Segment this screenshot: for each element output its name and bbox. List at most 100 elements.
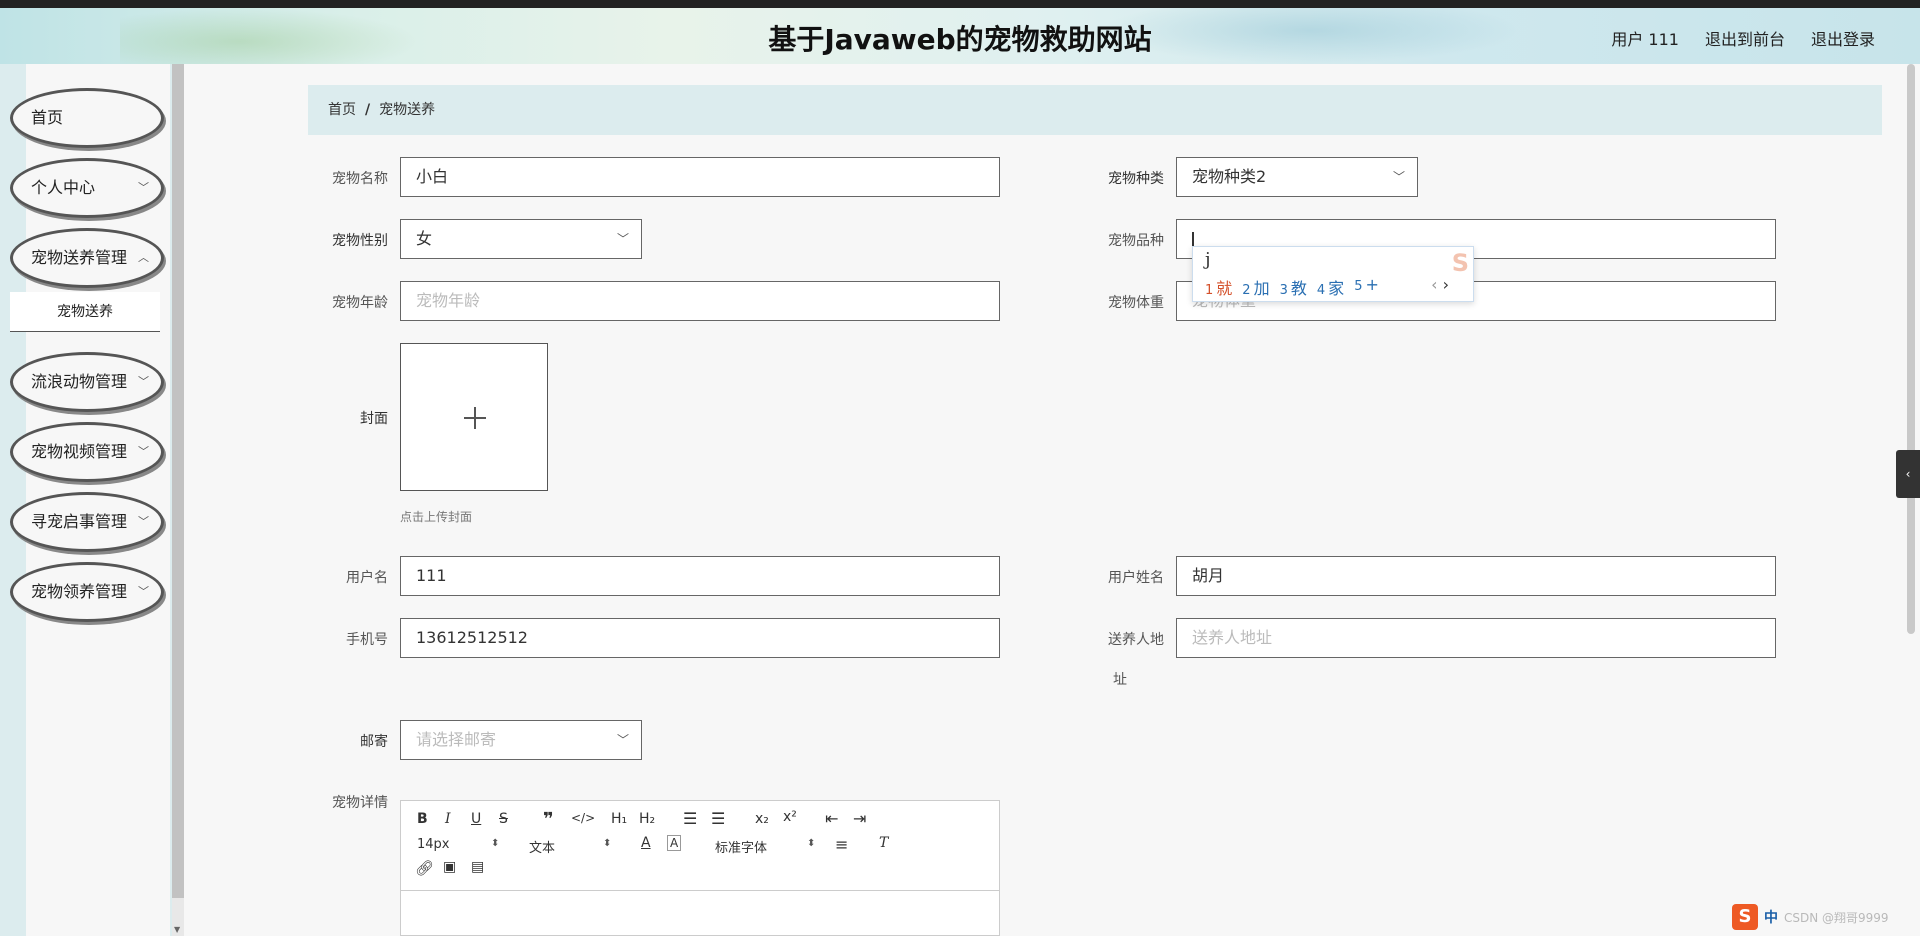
code-block-icon[interactable]: </> <box>571 811 595 825</box>
address-input[interactable]: 送养人地址 <box>1176 618 1776 658</box>
phone-label: 手机号 <box>346 632 388 648</box>
sidebar-item-label: 个人中心 <box>31 178 96 197</box>
scroll-down-arrow-icon[interactable]: ▼ <box>174 925 180 934</box>
subscript-icon[interactable]: x₂ <box>755 811 769 827</box>
editor-toolbar: B I U S ❞ </> H₁ H₂ ☰ ☰ x₂ x² ⇤ ⇥ 14px ⬍ … <box>401 801 999 891</box>
username-label: 用户名 <box>346 570 388 586</box>
chevron-down-icon: ﹀ <box>138 375 149 388</box>
bold-icon[interactable]: B <box>417 811 428 827</box>
sidebar-subitem-pet-rehome[interactable]: 宠物送养 <box>10 292 160 332</box>
strikethrough-icon[interactable]: S <box>499 811 508 827</box>
header-links: 用户 111 退出到前台 退出登录 <box>1611 26 1875 50</box>
real-name-input[interactable]: 胡月 <box>1176 556 1776 596</box>
sogou-watermark-icon: S <box>1451 249 1469 277</box>
ime-candidate[interactable]: 5 + <box>1354 275 1379 299</box>
address-label-line2: 址 <box>1113 672 1127 688</box>
ime-typed-text: j <box>1205 249 1211 270</box>
to-front-link[interactable]: 退出到前台 <box>1705 26 1785 50</box>
username-input[interactable]: 111 <box>400 556 1000 596</box>
sidebar-scrollbar[interactable]: ▼ <box>172 64 184 936</box>
updown-arrow-icon: ⬍ <box>491 838 500 849</box>
pet-name-input[interactable]: 小白 <box>400 157 1000 197</box>
sidebar-item-lost-pet-mgmt[interactable]: 寻宠启事管理 ﹀ <box>10 492 164 552</box>
clear-format-icon[interactable]: T <box>879 835 888 851</box>
ime-candidate[interactable]: 3教 <box>1280 275 1307 299</box>
sidebar-item-label: 宠物送养管理 <box>31 248 128 267</box>
font-size-select[interactable]: 14px ⬍ <box>417 837 499 852</box>
sidebar-item-personal-center[interactable]: 个人中心 ﹀ <box>10 158 164 218</box>
video-icon[interactable]: ▤ <box>471 859 484 875</box>
chevron-down-icon: ﹀ <box>616 232 629 246</box>
user-label: 用户 111 <box>1611 30 1679 49</box>
address-label: 送养人地 <box>1076 629 1164 649</box>
chevron-down-icon: ﹀ <box>1392 170 1405 184</box>
page-scrollbar[interactable] <box>1906 64 1916 936</box>
details-label: 宠物详情 <box>332 795 388 811</box>
updown-arrow-icon: ⬍ <box>603 838 612 849</box>
mail-label: 邮寄 <box>360 734 388 750</box>
pet-weight-label: 宠物体重 <box>1108 295 1164 311</box>
heading2-icon[interactable]: H₂ <box>639 811 655 827</box>
ime-candidate[interactable]: 1就 <box>1205 275 1232 299</box>
italic-icon[interactable]: I <box>445 811 451 827</box>
sogou-ime-icon[interactable]: S <box>1732 904 1758 930</box>
chevron-left-icon[interactable]: ‹ <box>1431 275 1437 294</box>
cover-label: 封面 <box>360 411 388 427</box>
superscript-icon[interactable]: x² <box>783 809 797 825</box>
sidebar-item-pet-video-mgmt[interactable]: 宠物视频管理 ﹀ <box>10 422 164 482</box>
ime-candidate-popup: j S 1就 2加 3教 4家 5 + ‹ › <box>1192 246 1474 302</box>
font-family-select[interactable]: 标准字体 ⬍ <box>715 837 815 856</box>
breadcrumb-home[interactable]: 首页 <box>328 102 356 118</box>
text-type-select[interactable]: 文本 ⬍ <box>529 837 611 856</box>
outdent-icon[interactable]: ⇤ <box>825 809 838 828</box>
sidebar-item-home[interactable]: 首页 <box>10 88 164 148</box>
sidebar-scroll-thumb[interactable] <box>172 64 184 898</box>
ime-candidate[interactable]: 4家 <box>1317 275 1344 299</box>
pet-gender-select[interactable]: 女 ﹀ <box>400 219 642 259</box>
sidebar-item-label: 宠物领养管理 <box>31 582 128 601</box>
mail-select[interactable]: 请选择邮寄 ﹀ <box>400 720 642 760</box>
chevron-down-icon: ﹀ <box>616 733 629 747</box>
chevron-down-icon: ﹀ <box>138 445 149 458</box>
background-color-icon[interactable]: A <box>667 835 682 851</box>
blockquote-icon[interactable]: ❞ <box>543 809 554 830</box>
phone-input[interactable]: 13612512512 <box>400 618 1000 658</box>
indent-icon[interactable]: ⇥ <box>853 809 866 828</box>
sidebar-item-label: 宠物视频管理 <box>31 442 128 461</box>
page-scroll-thumb[interactable] <box>1907 64 1915 634</box>
sidebar-item-label: 流浪动物管理 <box>31 372 128 391</box>
sidebar-item-stray-animal-mgmt[interactable]: 流浪动物管理 ﹀ <box>10 352 164 412</box>
ime-candidate[interactable]: 2加 <box>1242 275 1269 299</box>
ime-mode-indicator[interactable]: 中 <box>1764 907 1778 927</box>
pet-type-select[interactable]: 宠物种类2 ﹀ <box>1176 157 1418 197</box>
breadcrumb: 首页 / 宠物送养 <box>308 85 1882 135</box>
chevron-right-icon[interactable]: › <box>1443 275 1449 294</box>
breadcrumb-separator: / <box>365 102 371 118</box>
real-name-label: 用户姓名 <box>1108 570 1164 586</box>
collapse-panel-tab[interactable]: ‹ <box>1896 450 1920 498</box>
chevron-up-icon: ︿ <box>138 251 149 264</box>
plus-icon <box>474 407 476 429</box>
ordered-list-icon[interactable]: ☰ <box>683 809 697 828</box>
text-type-value: 文本 <box>529 841 556 856</box>
logout-link[interactable]: 退出登录 <box>1811 26 1875 50</box>
sidebar-item-label: 首页 <box>31 108 64 127</box>
link-icon[interactable]: 🔗︎ <box>415 859 434 877</box>
sidebar-item-pet-rehome-mgmt[interactable]: 宠物送养管理 ︿ <box>10 228 164 288</box>
chevron-down-icon: ﹀ <box>138 181 149 194</box>
sidebar-item-pet-adoption-mgmt[interactable]: 宠物领养管理 ﹀ <box>10 562 164 622</box>
cover-upload[interactable] <box>400 343 548 491</box>
sidebar-item-label: 寻宠启事管理 <box>31 512 128 531</box>
bullet-list-icon[interactable]: ☰ <box>711 809 725 828</box>
details-rich-editor[interactable]: B I U S ❞ </> H₁ H₂ ☰ ☰ x₂ x² ⇤ ⇥ 14px ⬍ … <box>400 800 1000 936</box>
align-icon[interactable]: ≡ <box>835 835 848 854</box>
pet-age-input[interactable]: 宠物年龄 <box>400 281 1000 321</box>
updown-arrow-icon: ⬍ <box>807 838 816 849</box>
heading1-icon[interactable]: H₁ <box>611 811 627 827</box>
pet-type-label: 宠物种类 <box>1108 171 1164 187</box>
ime-page-nav[interactable]: ‹ › <box>1431 275 1449 294</box>
image-icon[interactable]: ▣ <box>443 859 456 875</box>
font-color-icon[interactable]: A <box>641 835 651 851</box>
underline-icon[interactable]: U <box>471 811 481 827</box>
pet-gender-label: 宠物性别 <box>332 233 388 249</box>
